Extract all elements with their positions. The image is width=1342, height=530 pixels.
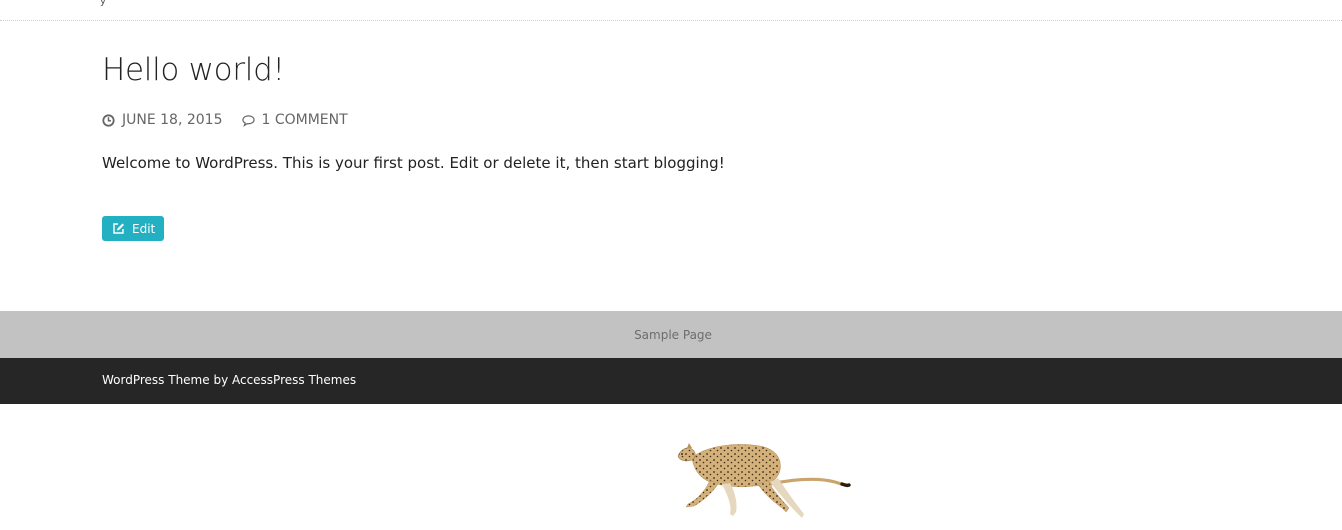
edit-icon [113,223,124,234]
header-stray-mark: y [100,0,106,7]
post-comments-text: 1 COMMENT [261,112,348,128]
edit-button-label: Edit [132,221,156,236]
post-title[interactable]: Hello world! [102,50,1202,90]
site-footer: WordPress Theme by AccessPress Themes [0,358,1342,404]
post-date-text: JUNE 18, 2015 [122,112,223,128]
post-article: Hello world! JUNE 18, 2015 1 COMMENT Wel… [102,50,1202,241]
clock-icon [102,113,115,127]
footer-credit[interactable]: WordPress Theme by AccessPress Themes [102,373,356,387]
post-meta: JUNE 18, 2015 1 COMMENT [102,112,348,128]
footer-menu-bar: Sample Page [0,311,1342,358]
menu-item-sample-page[interactable]: Sample Page [634,328,712,342]
top-header-strip: y [0,0,1342,21]
post-date[interactable]: JUNE 18, 2015 [102,112,223,128]
post-comments-link[interactable]: 1 COMMENT [241,112,348,128]
cheetah-image [677,443,851,518]
comment-icon [241,114,255,127]
edit-button[interactable]: Edit [102,216,165,241]
post-body-text: Welcome to WordPress. This is your first… [102,154,725,172]
